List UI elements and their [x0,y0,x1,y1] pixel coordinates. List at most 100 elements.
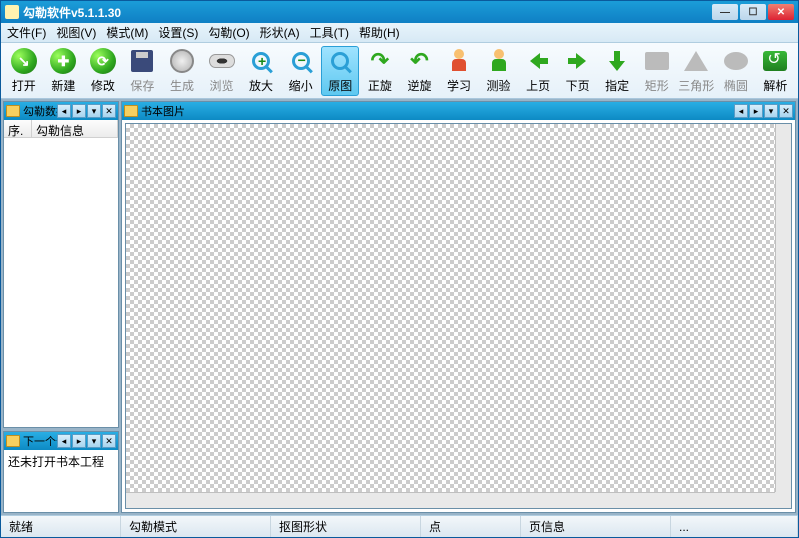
panel-next-button[interactable]: ▸ [72,104,86,118]
status-ready: 就绪 [1,516,121,537]
toolbar-zoomin-button[interactable]: 放大 [242,46,280,96]
status-extra: ... [671,516,798,537]
panel-close-button[interactable]: ✕ [102,104,116,118]
new-icon: ✚ [49,47,77,75]
toolbar-label: 保存 [130,77,154,94]
col-info[interactable]: 勾勒信息 [32,120,118,137]
window-buttons: — ☐ ✕ [712,4,794,20]
scrollbar-horizontal[interactable] [126,492,775,508]
toolbar-label: 放大 [249,77,273,94]
menu-item-7[interactable]: 帮助(H) [359,24,400,41]
toolbar-new-button[interactable]: ✚ 新建 [45,46,83,96]
toolbar-label: 打开 [12,77,36,94]
panel-prev-button[interactable]: ◂ [57,434,71,448]
toolbar-modify-button[interactable]: ⟳ 修改 [84,46,122,96]
status-page: 页信息 [521,516,671,537]
folder-icon [6,435,20,447]
toolbar-label: 学习 [447,77,471,94]
toolbar-goto-button[interactable]: 指定 [598,46,636,96]
save-icon [128,47,156,75]
left-column: 勾勒数据 ◂ ▸ ▾ ✕ 序. 勾勒信息 下一个勾 [1,99,121,515]
menu-item-3[interactable]: 设置(S) [158,24,198,41]
scrollbar-vertical[interactable] [775,124,791,492]
maximize-button[interactable]: ☐ [740,4,766,20]
menu-item-1[interactable]: 视图(V) [56,24,96,41]
next-outline-panel: 下一个勾 ◂ ▸ ▾ ✕ 还未打开书本工程 [3,431,119,513]
toolbar-label: 修改 [91,77,115,94]
toolbar-label: 生成 [170,77,194,94]
toolbar-ellipse-button[interactable]: 椭圆 [717,46,755,96]
toolbar-zoomout-button[interactable]: 缩小 [282,46,320,96]
panel-header: 勾勒数据 ◂ ▸ ▾ ✕ [4,102,118,120]
tri-icon [682,47,710,75]
toolbar-next-button[interactable]: 下页 [559,46,597,96]
panel-next-button[interactable]: ▸ [749,104,763,118]
toolbar-rotcw-button[interactable]: ↷正旋 [361,46,399,96]
panel-close-button[interactable]: ✕ [779,104,793,118]
menu-item-5[interactable]: 形状(A) [260,24,300,41]
menu-item-6[interactable]: 工具(T) [310,24,349,41]
folder-icon [124,105,138,117]
toolbar-label: 椭圆 [724,77,748,94]
menu-item-4[interactable]: 勾勒(O) [208,24,249,41]
list-body [4,138,118,427]
toolbar-label: 下页 [566,77,590,94]
panel-header: 下一个勾 ◂ ▸ ▾ ✕ [4,432,118,450]
next-icon [564,47,592,75]
browse-icon [208,47,236,75]
panel-title: 书本图片 [141,103,734,119]
statusbar: 就绪 勾勒模式 抠图形状 点 页信息 ... [1,515,798,537]
rotcw-icon: ↷ [366,47,394,75]
toolbar-tri-button[interactable]: 三角形 [678,46,716,96]
menu-item-0[interactable]: 文件(F) [7,24,46,41]
toolbar-rect-button[interactable]: 矩形 [638,46,676,96]
open-icon: ↘ [10,47,38,75]
toolbar-parse-button[interactable]: 解析 [757,46,795,96]
panel-menu-button[interactable]: ▾ [87,104,101,118]
toolbar-save-button[interactable]: 保存 [124,46,162,96]
toolbar-label: 缩小 [289,77,313,94]
zoomin-icon [247,47,275,75]
prev-icon [524,47,552,75]
panel-menu-button[interactable]: ▾ [764,104,778,118]
right-column: 书本图片 ◂ ▸ ▾ ✕ [121,99,798,515]
toolbar-label: 新建 [51,77,75,94]
parse-icon [761,47,789,75]
outline-data-panel: 勾勒数据 ◂ ▸ ▾ ✕ 序. 勾勒信息 [3,101,119,428]
toolbar-open-button[interactable]: ↘ 打开 [5,46,43,96]
zoomout-icon [287,47,315,75]
modify-icon: ⟳ [89,47,117,75]
toolbar: ↘ 打开 ✚ 新建 ⟳ 修改保存生成浏览放大缩小原图↷正旋↶逆旋学习测验上页下页指定矩形三… [1,43,798,99]
toolbar-test-button[interactable]: 测验 [480,46,518,96]
original-icon [326,47,354,75]
ellipse-icon [722,47,750,75]
toolbar-label: 上页 [526,77,550,94]
scroll-corner [775,492,791,508]
canvas[interactable] [125,123,792,509]
toolbar-prev-button[interactable]: 上页 [519,46,557,96]
status-shape: 抠图形状 [271,516,421,537]
app-icon [5,5,19,19]
book-image-panel: 书本图片 ◂ ▸ ▾ ✕ [121,101,796,513]
learn-icon [445,47,473,75]
toolbar-original-button[interactable]: 原图 [321,46,359,96]
test-icon [485,47,513,75]
panel-prev-button[interactable]: ◂ [734,104,748,118]
menu-item-2[interactable]: 模式(M) [106,24,148,41]
panel-menu-button[interactable]: ▾ [87,434,101,448]
toolbar-learn-button[interactable]: 学习 [440,46,478,96]
panel-close-button[interactable]: ✕ [102,434,116,448]
toolbar-generate-button[interactable]: 生成 [163,46,201,96]
panel-prev-button[interactable]: ◂ [57,104,71,118]
minimize-button[interactable]: — [712,4,738,20]
toolbar-rotccw-button[interactable]: ↶逆旋 [401,46,439,96]
toolbar-label: 指定 [605,77,629,94]
app-window: 勾勒软件v5.1.1.30 — ☐ ✕ 文件(F) 视图(V) 模式(M) 设置(S)… [0,0,799,538]
toolbar-label: 矩形 [645,77,669,94]
titlebar: 勾勒软件v5.1.1.30 — ☐ ✕ [1,1,798,23]
close-button[interactable]: ✕ [768,4,794,20]
col-index[interactable]: 序. [4,120,32,137]
toolbar-browse-button[interactable]: 浏览 [203,46,241,96]
panel-next-button[interactable]: ▸ [72,434,86,448]
status-point: 点 [421,516,521,537]
